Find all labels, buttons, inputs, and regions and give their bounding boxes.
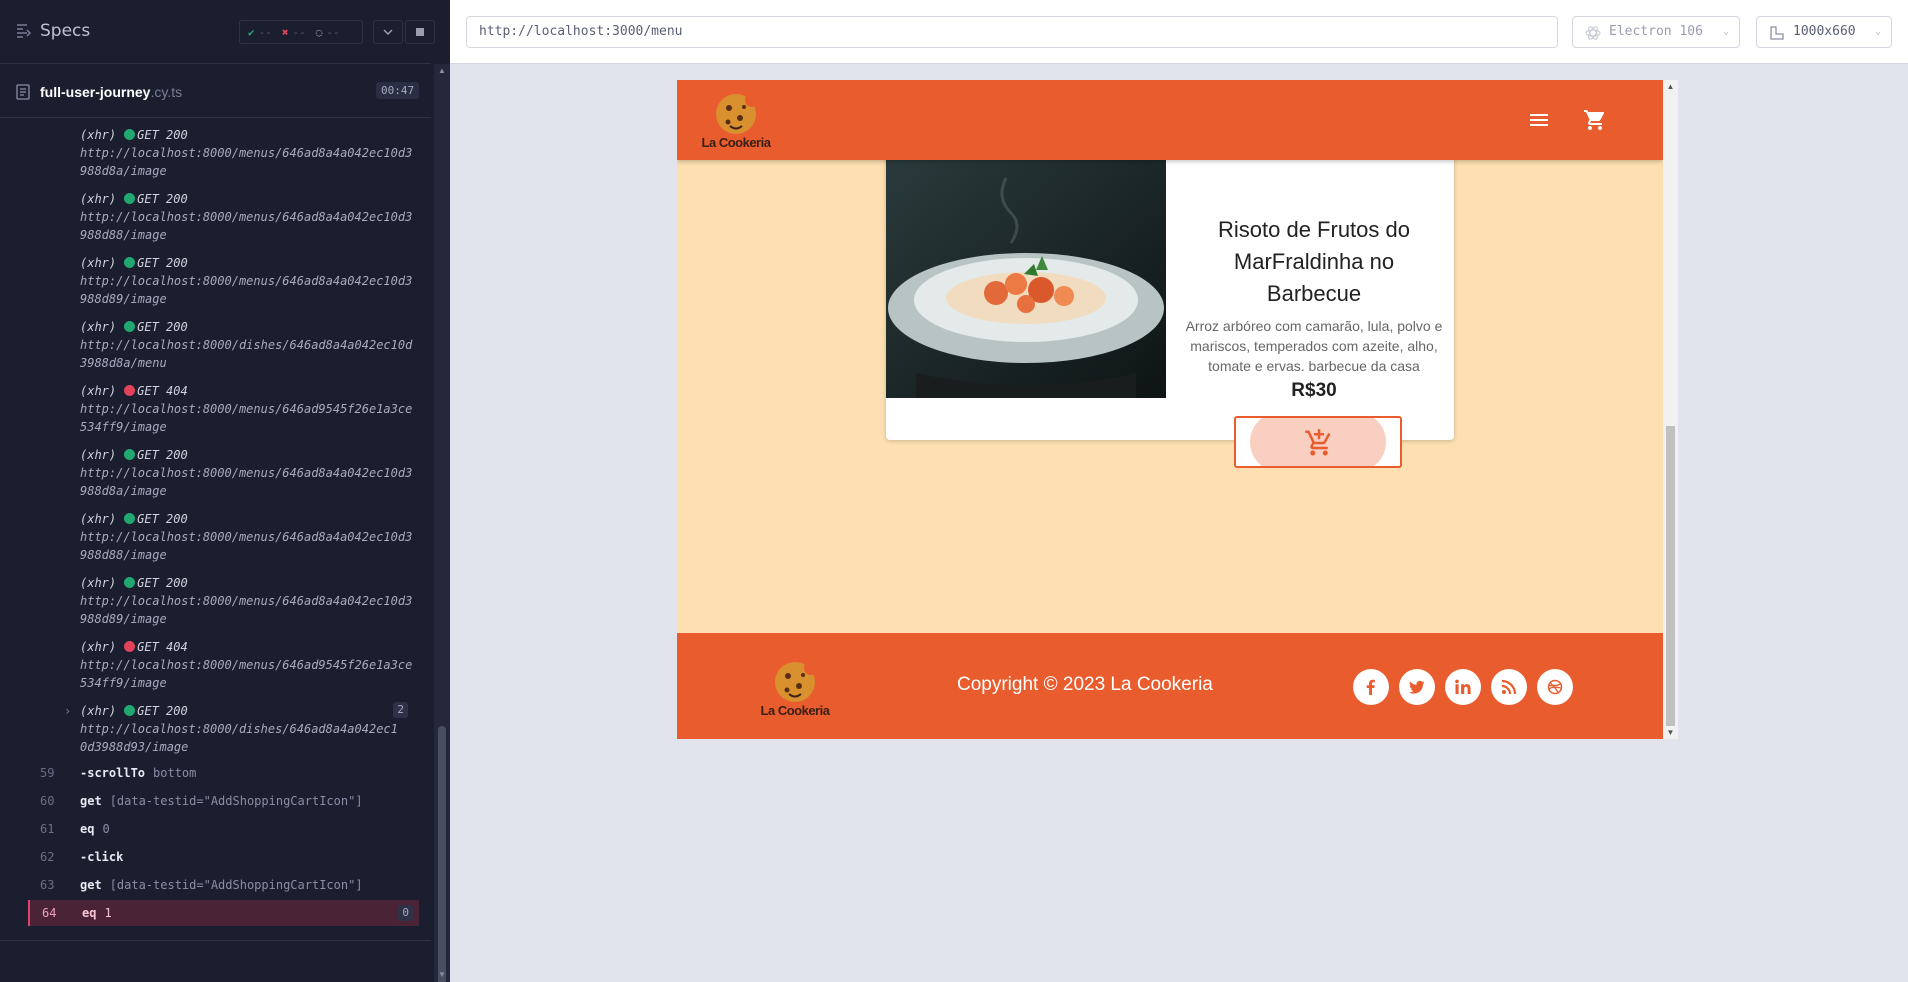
- xhr-log-entry[interactable]: › 2 (xhr) GET 200 http://localhost:8000/d…: [64, 702, 420, 756]
- test-stats: ✔ -- ✖ -- ◌ --: [239, 20, 363, 44]
- xhr-log-entry[interactable]: (xhr) GET 200 http://localhost:8000/menus…: [80, 574, 420, 628]
- pending-stat: ◌ --: [315, 25, 340, 39]
- auto-scroll-toggle-button[interactable]: [373, 20, 403, 44]
- facebook-icon: [1366, 679, 1375, 695]
- scroll-down-arrow-icon[interactable]: ▼: [437, 970, 447, 980]
- check-icon: ✔: [248, 25, 255, 39]
- app-header: La Cookeria: [677, 80, 1663, 160]
- xhr-log-entry[interactable]: (xhr) GET 200 http://localhost:8000/menus…: [80, 446, 420, 500]
- status-ok-dot: [124, 257, 136, 268]
- brand-logo[interactable]: La Cookeria: [700, 90, 772, 150]
- command-row[interactable]: 63 get [data-testid="AddShoppingCartIcon"…: [28, 872, 419, 898]
- element-count-badge: 0: [398, 905, 413, 921]
- runner-toolbar: http://localhost:3000/menu Electron 106 …: [450, 0, 1908, 64]
- dish-card: Risoto de Frutos do MarFraldinha no Barb…: [886, 140, 1454, 468]
- chevron-down-icon: ⌄: [1874, 26, 1881, 37]
- cross-icon: ✖: [281, 25, 289, 39]
- xhr-log-entry[interactable]: (xhr) GET 200 http://localhost:8000/menus…: [80, 126, 420, 180]
- dish-image: [886, 158, 1166, 398]
- spinner-icon: ◌: [315, 25, 323, 39]
- panel-divider: [0, 940, 431, 941]
- scroll-down-arrow-icon[interactable]: ▼: [1663, 728, 1678, 737]
- status-ok-dot: [124, 513, 136, 524]
- dish-photo-illustration: [886, 158, 1166, 398]
- browser-select[interactable]: Electron 106 ⌄: [1572, 16, 1740, 48]
- rss-icon: [1501, 679, 1517, 695]
- spec-file-name[interactable]: full-user-journey.cy.ts: [40, 84, 182, 100]
- dish-title: Risoto de Frutos do MarFraldinha no Barb…: [1218, 217, 1410, 306]
- command-row[interactable]: 60 get [data-testid="AddShoppingCartIcon"…: [28, 788, 419, 814]
- xhr-log-entry[interactable]: (xhr) GET 404 http://localhost:8000/menus…: [80, 638, 420, 692]
- app-preview-frame: Risoto de Frutos do MarFraldinha no Barb…: [677, 80, 1663, 739]
- status-ok-dot: [124, 321, 136, 332]
- shopping-cart-icon[interactable]: [1583, 108, 1607, 132]
- command-row[interactable]: 62 -click: [28, 844, 419, 870]
- footer-brand-logo[interactable]: La Cookeria: [759, 658, 831, 718]
- status-ok-dot: [124, 577, 136, 588]
- rss-link[interactable]: [1491, 669, 1527, 705]
- dribbble-link[interactable]: [1537, 669, 1573, 705]
- scrollbar-thumb[interactable]: [438, 726, 446, 982]
- chevron-right-icon[interactable]: ›: [64, 702, 71, 720]
- stop-button[interactable]: [405, 20, 435, 44]
- command-row-active[interactable]: 64 eq 1 0: [28, 900, 419, 926]
- menu-icon[interactable]: [1527, 108, 1551, 132]
- status-ok-dot: [124, 449, 136, 460]
- add-shopping-cart-icon: [1305, 429, 1331, 456]
- url-bar[interactable]: http://localhost:3000/menu: [466, 16, 1558, 48]
- xhr-log-entry[interactable]: (xhr) GET 200 http://localhost:8000/menus…: [80, 190, 420, 244]
- reporter-scrollbar[interactable]: ▲ ▼: [434, 64, 450, 982]
- copyright-text: Copyright © 2023 La Cookeria: [957, 674, 1213, 695]
- scroll-up-arrow-icon[interactable]: ▲: [1663, 82, 1678, 91]
- chevron-down-icon: ⌄: [1722, 26, 1729, 37]
- command-row[interactable]: 61 eq 0: [28, 816, 419, 842]
- status-error-dot: [124, 385, 136, 396]
- specs-header: Specs ✔ -- ✖ -- ◌ --: [0, 0, 435, 64]
- xhr-log-entry[interactable]: (xhr) GET 200 http://localhost:8000/menus…: [80, 510, 420, 564]
- dish-price: R$30: [1291, 380, 1337, 401]
- command-log: (xhr) GET 200 http://localhost:8000/menus…: [0, 120, 431, 940]
- specs-list-icon[interactable]: [16, 22, 32, 38]
- spec-duration: 00:47: [376, 82, 420, 99]
- ruler-icon: [1770, 26, 1784, 40]
- app-footer: La Cookeria Copyright © 2023 La Cookeria: [677, 633, 1663, 739]
- scroll-up-arrow-icon[interactable]: ▲: [437, 66, 447, 76]
- xhr-log-entry[interactable]: (xhr) GET 200 http://localhost:8000/menus…: [80, 254, 420, 308]
- document-icon: [16, 84, 30, 100]
- chevron-down-icon: [383, 29, 393, 36]
- failed-stat: ✖ --: [281, 25, 306, 39]
- dribbble-icon: [1547, 679, 1563, 695]
- cookie-icon: [716, 93, 759, 134]
- app-scrollbar[interactable]: ▲ ▼: [1663, 80, 1678, 739]
- command-row[interactable]: 59 -scrollTo bottom: [28, 760, 419, 786]
- cypress-reporter-panel: Specs ✔ -- ✖ -- ◌ -- full-user-journey.c…: [0, 0, 450, 982]
- scrollbar-thumb[interactable]: [1666, 426, 1675, 726]
- twitter-icon: [1409, 680, 1425, 694]
- cookie-icon: [775, 661, 818, 702]
- status-ok-dot: [124, 705, 136, 716]
- xhr-log-entry[interactable]: (xhr) GET 404 http://localhost:8000/menus…: [80, 382, 420, 436]
- xhr-count-badge: 2: [393, 702, 408, 718]
- dish-description: Arroz arbóreo com camarão, lula, polvo e…: [1185, 318, 1443, 374]
- viewport-select[interactable]: 1000x660 ⌄: [1756, 16, 1892, 48]
- facebook-link[interactable]: [1353, 669, 1389, 705]
- add-to-cart-button[interactable]: [1234, 416, 1402, 468]
- status-error-dot: [124, 641, 136, 652]
- electron-icon: [1585, 26, 1601, 40]
- specs-label[interactable]: Specs: [40, 21, 90, 41]
- status-ok-dot: [124, 129, 136, 140]
- xhr-log-entry[interactable]: (xhr) GET 200 http://localhost:8000/dishe…: [80, 318, 420, 372]
- twitter-link[interactable]: [1399, 669, 1435, 705]
- stop-icon: [416, 28, 424, 36]
- status-ok-dot: [124, 193, 136, 204]
- linkedin-link[interactable]: [1445, 669, 1481, 705]
- linkedin-icon: [1455, 679, 1471, 694]
- spec-file-header: full-user-journey.cy.ts 00:47: [0, 76, 431, 118]
- passed-stat: ✔ --: [248, 25, 272, 39]
